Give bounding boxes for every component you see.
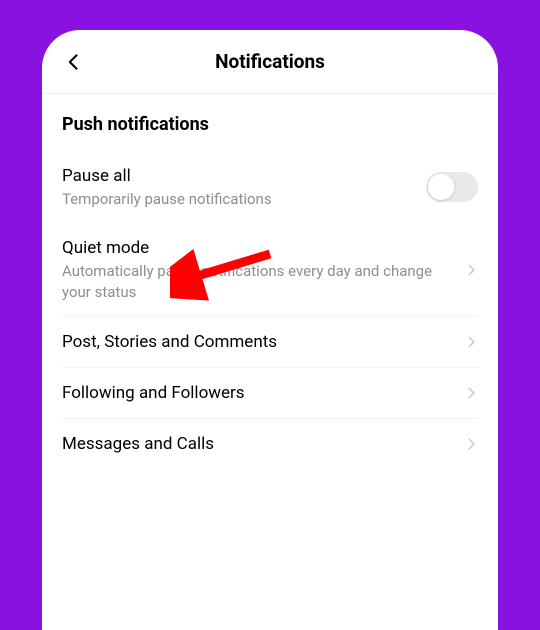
row-text: Following and Followers [62,382,452,404]
row-pause-all[interactable]: Pause all Temporarily pause notification… [62,151,478,223]
chevron-right-icon [464,335,478,349]
row-following-followers[interactable]: Following and Followers [62,367,478,418]
pause-all-toggle[interactable] [426,172,478,202]
row-quiet-mode[interactable]: Quiet mode Automatically pause notificat… [62,223,478,316]
chevron-right-icon [464,263,478,277]
header-bar: Notifications [42,30,498,94]
row-text: Quiet mode Automatically pause notificat… [62,237,452,302]
row-text: Pause all Temporarily pause notification… [62,165,414,209]
chevron-right-icon [464,386,478,400]
row-label: Following and Followers [62,382,452,404]
section-title-push: Push notifications [62,94,478,151]
content-area: Push notifications Pause all Temporarily… [42,94,498,469]
row-posts-stories-comments[interactable]: Post, Stories and Comments [62,316,478,367]
settings-screen: Notifications Push notifications Pause a… [42,30,498,630]
page-title: Notifications [56,50,484,73]
row-label: Messages and Calls [62,433,452,455]
row-sublabel: Automatically pause notifications every … [62,261,452,302]
row-sublabel: Temporarily pause notifications [62,189,414,209]
row-text: Post, Stories and Comments [62,331,452,353]
chevron-right-icon [464,437,478,451]
row-label: Post, Stories and Comments [62,331,452,353]
row-label: Pause all [62,165,414,187]
row-text: Messages and Calls [62,433,452,455]
row-messages-calls[interactable]: Messages and Calls [62,418,478,469]
row-label: Quiet mode [62,237,452,259]
toggle-knob [428,174,454,200]
